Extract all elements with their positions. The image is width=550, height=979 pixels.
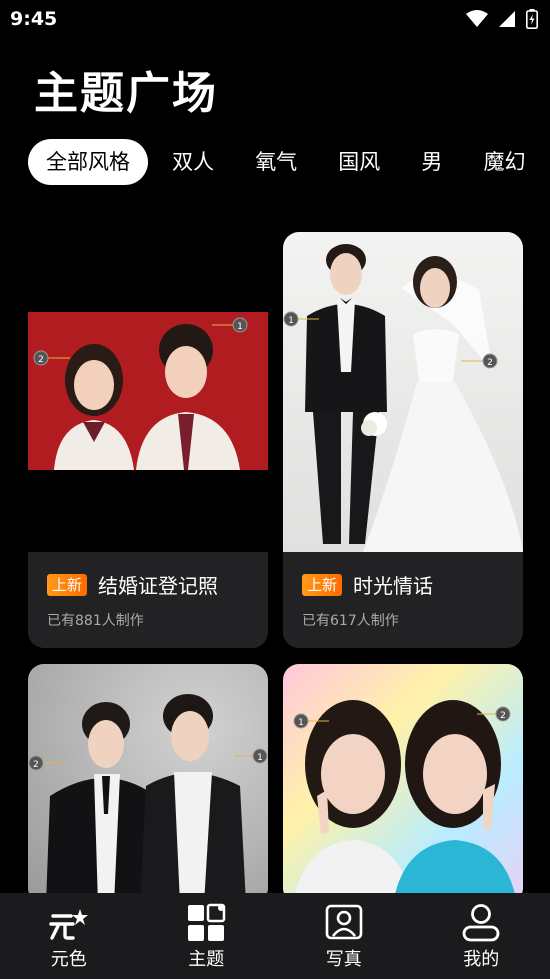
new-badge: 上新 [47,574,88,596]
nav-label: 元色 [50,949,87,970]
nav-portrait[interactable]: 写真 [275,893,413,979]
card-title: 结婚证登记照 [98,574,218,598]
card-image: 2 1 [28,664,268,904]
theme-card-two-girls[interactable]: 1 2 [283,664,523,904]
card-info: 上新 结婚证登记照 已有881人制作 [28,552,268,648]
category-tabs: 全部风格 双人 氧气 国风 男 魔幻 人 [28,139,550,187]
nav-theme[interactable]: 主题 [138,893,276,979]
nav-label: 主题 [188,949,225,970]
tab-fantasy[interactable]: 魔幻 [483,139,525,185]
theme-card-two-men[interactable]: 2 1 [28,664,268,904]
marker-2: 2 [500,711,506,721]
card-title: 时光情话 [353,574,433,598]
status-time: 9:45 [10,8,58,30]
marker-2: 2 [33,760,39,770]
card-usage-count: 已有881人制作 [47,613,144,629]
theme-card-time-love-words[interactable]: 1 2 上新 时光情话 已有617人制作 [283,232,523,648]
nav-profile[interactable]: 我的 [413,893,550,979]
marker-2: 2 [487,358,493,368]
tab-male[interactable]: 男 [421,139,442,185]
wifi-icon [466,10,488,27]
theme-card-marriage-certificate[interactable]: 2 1 上新 结婚证登记照 已有881人制作 [28,232,268,648]
marker-1: 1 [288,316,294,326]
battery-icon [526,9,538,29]
card-image: 1 2 [283,664,523,904]
cellular-signal-icon [499,11,515,27]
portrait-icon [325,904,363,940]
marker-1: 1 [257,753,263,763]
marker-1: 1 [237,322,243,332]
new-badge: 上新 [302,574,343,596]
page-title: 主题广场 [34,68,218,119]
bottom-nav: 元色 主题 写真 我的 [0,893,550,979]
tab-couple[interactable]: 双人 [172,139,214,185]
tab-guofeng[interactable]: 国风 [338,139,380,185]
theme-grid-icon [188,903,226,941]
nav-label: 我的 [463,949,500,970]
card-usage-count: 已有617人制作 [302,613,399,629]
card-image: 1 2 [283,232,523,552]
tab-all-styles[interactable]: 全部风格 [28,139,148,185]
tab-oxygen[interactable]: 氧气 [255,139,297,185]
status-icons [466,9,538,29]
nav-label: 写真 [325,949,362,970]
card-image: 2 1 [28,232,268,552]
card-info: 上新 时光情话 已有617人制作 [283,552,523,648]
marker-1: 1 [298,718,304,728]
nav-yuanse[interactable]: 元色 [0,893,138,979]
profile-icon [462,904,500,942]
yuanse-logo-icon [49,909,88,940]
status-bar: 9:45 [0,0,550,38]
marker-2: 2 [38,355,44,365]
